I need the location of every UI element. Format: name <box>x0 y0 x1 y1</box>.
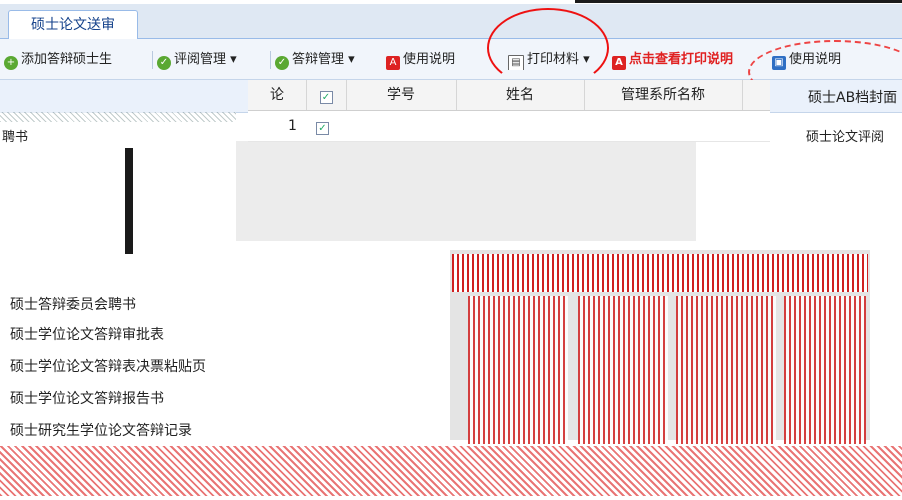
noise-band <box>452 254 868 292</box>
doc-link-ballot[interactable]: 硕士学位论文答辩表决票粘贴页 <box>10 356 206 376</box>
bottom-noise-strip <box>0 446 902 496</box>
add-student-label: 添加答辩硕士生 <box>21 52 113 67</box>
defense-manage-button[interactable]: ✓ 答辩管理 ▾ <box>275 50 380 70</box>
row-index: 1 <box>288 118 297 134</box>
doc-link-committee[interactable]: 硕士答辩委员会聘书 <box>10 294 136 314</box>
top-dark-bar <box>575 0 902 3</box>
toolbar-separator <box>270 51 271 69</box>
right-panel-title: 硕士AB档封面 <box>808 90 898 106</box>
print-note-label: 点击查看打印说明 <box>629 52 734 67</box>
tab-bar: 硕士论文送审 <box>0 4 902 39</box>
col-department[interactable]: 管理系所名称 <box>584 80 743 110</box>
dark-divider <box>125 148 133 254</box>
left-panel: 聘书 硕士答辩委员会聘书 硕士学位论文答辩审批表 硕士学位论文答辩表决票粘贴页 … <box>0 80 248 500</box>
noise-band <box>676 296 776 444</box>
right-panel-sub: 硕士论文评阅 <box>806 130 885 145</box>
doc-link-report[interactable]: 硕士学位论文答辩报告书 <box>10 388 164 408</box>
pdf-icon: A <box>612 56 626 70</box>
col-select-all[interactable]: ✓ <box>306 80 347 110</box>
row-checkbox-cell[interactable]: ✓ <box>316 111 329 141</box>
pdf-icon: A <box>386 56 400 70</box>
right-panel-header: 硕士AB档封面 <box>770 80 902 113</box>
left-group-title: 聘书 <box>2 130 29 145</box>
review-manage-button[interactable]: ✓ 评阅管理 ▾ <box>157 50 267 70</box>
annotation-circle <box>487 8 609 88</box>
left-panel-header <box>0 80 248 113</box>
blurred-area <box>236 141 696 241</box>
col-index: 论 <box>248 80 307 110</box>
doc-link-approval[interactable]: 硕士学位论文答辩审批表 <box>10 324 164 344</box>
print-note-link[interactable]: A 点击查看打印说明 <box>612 50 752 70</box>
add-student-button[interactable]: + 添加答辩硕士生 <box>4 50 149 70</box>
row-checkbox[interactable]: ✓ <box>316 122 329 135</box>
noise-band <box>468 296 568 444</box>
grid-header: 论 ✓ 学号 姓名 管理系所名称 <box>248 80 770 111</box>
doc-link-record[interactable]: 硕士研究生学位论文答辩记录 <box>10 420 192 440</box>
noise-band <box>784 296 866 444</box>
col-name[interactable]: 姓名 <box>456 80 585 110</box>
review-icon: ✓ <box>157 56 171 70</box>
left-panel-title <box>2 87 6 103</box>
left-noise-strip <box>0 112 236 122</box>
table-row[interactable]: 1 ✓ <box>248 111 770 142</box>
review-manage-label: 评阅管理 <box>174 52 227 67</box>
toolbar-separator <box>152 51 153 69</box>
select-all-checkbox[interactable]: ✓ <box>319 91 333 104</box>
usage-note-label: 使用说明 <box>403 52 456 67</box>
defense-manage-label: 答辩管理 <box>292 52 345 67</box>
tab-thesis-review[interactable]: 硕士论文送审 <box>8 10 138 39</box>
col-student-id[interactable]: 学号 <box>346 80 457 110</box>
add-icon: + <box>4 56 18 70</box>
usage-note-button[interactable]: A 使用说明 <box>386 50 486 70</box>
defense-icon: ✓ <box>275 56 289 70</box>
noise-band <box>578 296 668 444</box>
